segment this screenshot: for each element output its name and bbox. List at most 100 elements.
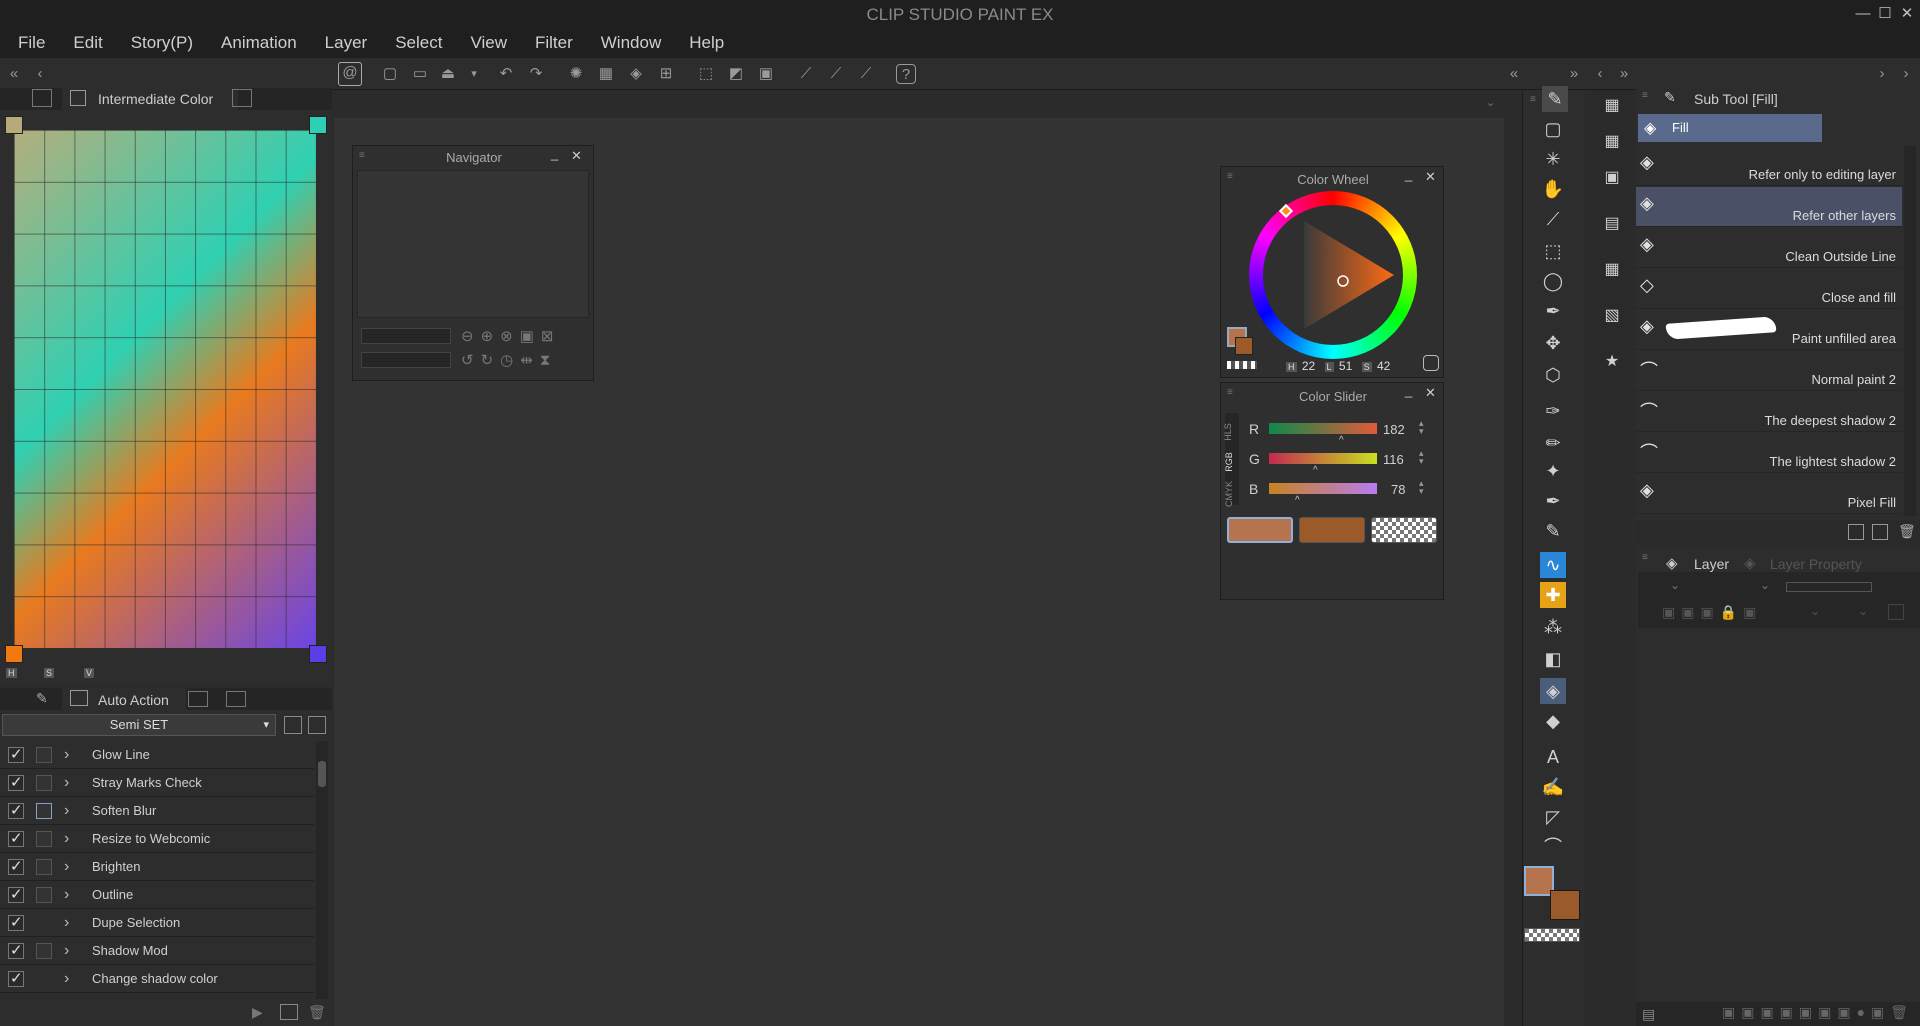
list-item[interactable]: › Dupe Selection xyxy=(0,909,314,937)
invert-selection-icon[interactable]: ◩ xyxy=(726,64,746,84)
tool-pen-select-icon[interactable]: ✒ xyxy=(1540,298,1566,324)
expand-arrow-icon[interactable]: › xyxy=(64,914,76,932)
r-slider[interactable] xyxy=(1269,423,1377,434)
tool-zoom-icon[interactable]: ✳ xyxy=(1540,146,1566,172)
mode-tab-cmyk[interactable]: CMYK xyxy=(1224,481,1234,507)
dialog-toggle[interactable] xyxy=(36,774,52,791)
undo-icon[interactable]: ↶ xyxy=(496,64,516,84)
transparent-tool-swatch[interactable] xyxy=(1524,928,1580,942)
chevron-right-icon-2[interactable]: › xyxy=(1896,64,1916,84)
color-slider-close-icon[interactable]: ✕ xyxy=(1425,385,1436,401)
clip-studio-icon[interactable]: @ xyxy=(338,62,362,86)
play-icon[interactable]: ▶ xyxy=(252,1004,263,1021)
tool-text-icon[interactable]: A xyxy=(1540,744,1566,770)
delete-icon[interactable]: 🗑 xyxy=(308,1004,326,1021)
special-ruler-snap-icon[interactable]: ⟋ xyxy=(826,64,846,84)
maximize-button[interactable]: ☐ xyxy=(1874,3,1896,25)
tool-marker-icon[interactable]: ✒ xyxy=(1540,488,1566,514)
b-slider-handle[interactable]: ^ xyxy=(1295,495,1300,506)
sub-tool-item[interactable]: ⌒ Normal paint 2 xyxy=(1636,351,1902,391)
tool-eraser-icon[interactable]: ◆ xyxy=(1540,708,1566,734)
enable-checkbox[interactable] xyxy=(8,745,24,763)
menu-window[interactable]: Window xyxy=(601,33,661,53)
g-slider-handle[interactable]: ^ xyxy=(1313,465,1318,476)
transform-icon[interactable]: ⊞ xyxy=(656,64,676,84)
corner-color-top-right[interactable] xyxy=(309,116,327,134)
expand-arrow-icon[interactable]: › xyxy=(64,802,76,820)
sub-tool-item-selected[interactable]: ◈ Refer other layers xyxy=(1636,187,1902,227)
enable-checkbox[interactable] xyxy=(8,885,24,903)
b-value[interactable]: 78 xyxy=(1391,482,1405,497)
sub-color-tool-swatch[interactable] xyxy=(1550,890,1580,920)
zoom-slider[interactable] xyxy=(361,328,451,344)
tab-item-bank-icon[interactable] xyxy=(226,691,246,707)
b-slider[interactable] xyxy=(1269,483,1377,494)
dialog-toggle[interactable] xyxy=(36,858,52,875)
show-selection-icon[interactable]: ▣ xyxy=(756,64,776,84)
layer-option-icon[interactable] xyxy=(1888,604,1904,620)
fill-icon[interactable]: ◈ xyxy=(626,64,646,84)
dialog-toggle-on[interactable] xyxy=(36,802,52,819)
color-space-toggle-icon[interactable] xyxy=(1423,355,1439,371)
saturation-triangle[interactable] xyxy=(1249,191,1417,359)
mode-tab-rgb[interactable]: RGB xyxy=(1224,452,1234,472)
list-item[interactable]: › Soften Blur xyxy=(0,797,314,825)
enable-checkbox[interactable] xyxy=(8,941,24,959)
opacity-dropdown-icon[interactable]: ⌄ xyxy=(1760,578,1770,592)
layer-lock-icons[interactable]: ▣▣▣🔒▣ xyxy=(1662,604,1762,621)
dialog-toggle-empty[interactable] xyxy=(36,915,52,931)
expand-icon[interactable]: » xyxy=(1614,64,1634,84)
new-file-icon[interactable]: ▢ xyxy=(380,64,400,84)
sub-color-button[interactable] xyxy=(1299,517,1365,543)
layer-color-dropdown-icon[interactable]: ⌄ xyxy=(1810,604,1820,618)
new-set-icon[interactable] xyxy=(284,716,302,734)
corner-color-bottom-right[interactable] xyxy=(309,645,327,663)
sub-tool-item[interactable]: ◇ Close and fill xyxy=(1636,269,1902,309)
expand-arrow-icon[interactable]: › xyxy=(64,970,76,988)
tool-decoration-icon[interactable]: ✎ xyxy=(1540,518,1566,544)
chevron-right-icon[interactable]: › xyxy=(1872,64,1892,84)
mode-tab-hls[interactable]: HLS xyxy=(1223,423,1233,441)
tab-brush-size-icon[interactable] xyxy=(188,691,208,707)
drag-handle-icon[interactable]: ≡ xyxy=(1530,94,1536,105)
palette-icon-1[interactable]: ▦ xyxy=(1598,92,1626,120)
enable-checkbox[interactable] xyxy=(8,829,24,847)
expand-right-icon[interactable]: » xyxy=(1564,64,1584,84)
sub-tool-item[interactable]: ◈ Refer only to editing layer xyxy=(1636,146,1902,186)
transparent-color-button[interactable] xyxy=(1371,517,1437,543)
tool-correct-line-icon[interactable]: ✍ xyxy=(1540,774,1566,800)
tab-layer[interactable]: Layer xyxy=(1694,556,1729,572)
tool-brush-icon[interactable]: ✎ xyxy=(1542,86,1568,112)
b-stepper-icon[interactable]: ▴ ▾ xyxy=(1419,479,1424,496)
enable-checkbox[interactable] xyxy=(8,801,24,819)
menu-layer[interactable]: Layer xyxy=(325,33,368,53)
menu-file[interactable]: File xyxy=(18,33,45,53)
palette-icon-7[interactable]: ★ xyxy=(1598,348,1626,376)
expand-arrow-icon[interactable]: › xyxy=(64,858,76,876)
tab-color-set-icon[interactable] xyxy=(32,89,52,107)
color-slider-minimize-icon[interactable]: _ xyxy=(1405,383,1412,398)
close-button[interactable]: ✕ xyxy=(1896,3,1918,25)
list-item[interactable]: › Change shadow color xyxy=(0,965,314,993)
palette-icon-2[interactable]: ▦ xyxy=(1598,128,1626,156)
grid-snap-icon[interactable]: ⟋ xyxy=(856,64,876,84)
deselect-icon[interactable]: ⬚ xyxy=(696,64,716,84)
enable-checkbox[interactable] xyxy=(8,773,24,791)
sub-tool-group-tab[interactable]: ◈ Fill xyxy=(1638,114,1822,142)
transparent-swatch[interactable] xyxy=(1227,361,1257,369)
redo-icon[interactable]: ↷ xyxy=(526,64,546,84)
enable-checkbox[interactable] xyxy=(8,857,24,875)
navigator-minimize-icon[interactable]: _ xyxy=(551,146,558,161)
clear-icon[interactable]: ✺ xyxy=(566,64,586,84)
color-wheel-close-icon[interactable]: ✕ xyxy=(1425,169,1436,185)
g-value[interactable]: 116 xyxy=(1383,452,1404,467)
palette-icon-5[interactable]: ▦ xyxy=(1598,256,1626,284)
r-stepper-icon[interactable]: ▴ ▾ xyxy=(1419,419,1424,436)
canvas-tab-menu-icon[interactable]: ⌄ xyxy=(1486,96,1495,109)
tool-fill-icon[interactable]: ◈ xyxy=(1540,678,1566,704)
drag-handle-icon[interactable]: ≡ xyxy=(1642,552,1648,563)
auto-action-set-dropdown[interactable]: Semi SET ▾ xyxy=(2,714,276,736)
dialog-toggle[interactable] xyxy=(36,830,52,847)
tool-lasso-icon[interactable]: ◯ xyxy=(1540,268,1566,294)
menu-filter[interactable]: Filter xyxy=(535,33,573,53)
